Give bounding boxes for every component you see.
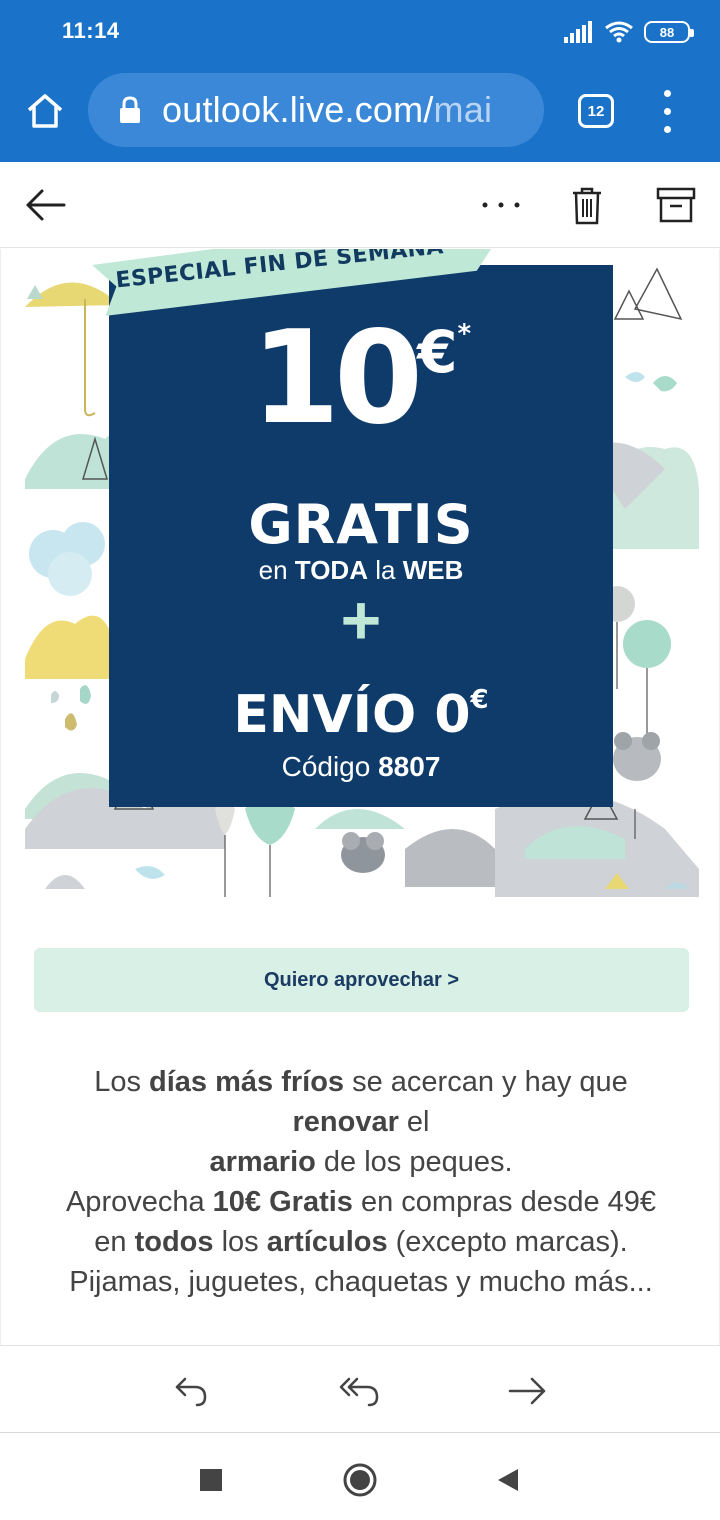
- browser-toolbar: outlook.live.com/mai 12: [0, 64, 720, 162]
- copy-text: en: [94, 1226, 135, 1258]
- battery-level: 88: [659, 24, 675, 40]
- battery-icon: 88: [644, 21, 694, 43]
- copy-line: armario de los peques.: [1, 1142, 720, 1182]
- sub-pre: en: [258, 555, 295, 585]
- code-label: Código: [281, 751, 379, 782]
- nav-back-icon: [498, 1469, 518, 1491]
- email-body: 10€* GRATIS en TODA la WEB + ENVÍO 0€ Có…: [0, 249, 720, 1345]
- email-copy: Los días más fríos se acercan y hay que …: [1, 1062, 720, 1302]
- archive-button[interactable]: [651, 180, 701, 230]
- copy-line: en todos los artículos (excepto marcas).: [1, 1222, 720, 1262]
- shipping-currency: €: [470, 685, 489, 715]
- back-arrow-icon: [26, 189, 66, 221]
- url-main: outlook.live.com/: [162, 89, 434, 130]
- url-rest: mai: [433, 89, 493, 130]
- sub-bold2: WEB: [402, 555, 464, 585]
- forward-icon: [508, 1377, 546, 1405]
- more-horiz-icon: [482, 202, 520, 208]
- screen: 11:14 88 outlook.live.com/mai 12 10€* GR…: [0, 0, 720, 1520]
- delete-button[interactable]: [562, 180, 612, 230]
- recent-apps-icon: [200, 1469, 222, 1491]
- reply-all-button[interactable]: [337, 1368, 383, 1414]
- copy-text: los: [213, 1226, 267, 1258]
- home-icon: [27, 94, 63, 128]
- tabs-button[interactable]: 12: [578, 94, 614, 128]
- copy-line: renovar el: [1, 1102, 720, 1142]
- status-time: 11:14: [62, 18, 120, 43]
- signal-icon: [564, 21, 592, 43]
- wifi-icon: [605, 21, 633, 43]
- address-bar[interactable]: outlook.live.com/mai: [88, 73, 544, 147]
- shipping-offer: ENVÍO 0€: [109, 685, 613, 745]
- shipping-text: ENVÍO 0: [233, 685, 471, 745]
- promo-card: 10€* GRATIS en TODA la WEB + ENVÍO 0€ Có…: [109, 265, 613, 807]
- code-value: 8807: [378, 751, 441, 782]
- lock-icon: [120, 96, 140, 123]
- copy-bold: 10€ Gratis: [212, 1186, 353, 1218]
- copy-bold: artículos: [266, 1226, 388, 1258]
- promo-amount: 10€*: [109, 315, 613, 443]
- copy-line: Los días más fríos se acercan y hay que: [1, 1062, 720, 1102]
- cta-button[interactable]: Quiero aprovechar >: [34, 948, 689, 1012]
- copy-line: Pijamas, juguetes, chaquetas y mucho más…: [69, 1266, 653, 1298]
- copy-line: Aprovecha 10€ Gratis en compras desde 49…: [1, 1182, 720, 1222]
- reply-icon: [175, 1377, 207, 1407]
- copy-bold: días más fríos: [149, 1066, 345, 1098]
- url-text: outlook.live.com/mai: [162, 89, 492, 131]
- more-vert-dot: [664, 108, 671, 115]
- promo-banner[interactable]: 10€* GRATIS en TODA la WEB + ENVÍO 0€ Có…: [25, 249, 699, 897]
- nav-back-button[interactable]: [488, 1460, 528, 1500]
- nav-home-button[interactable]: [340, 1460, 380, 1500]
- copy-bold: todos: [134, 1226, 214, 1258]
- amount-asterisk: *: [457, 319, 472, 349]
- home-button[interactable]: [22, 88, 68, 134]
- more-actions-button[interactable]: [476, 180, 526, 230]
- plus-sign: +: [340, 581, 382, 659]
- recent-apps-button[interactable]: [191, 1460, 231, 1500]
- more-vert-icon: [664, 90, 671, 97]
- copy-text: (excepto marcas).: [387, 1226, 628, 1258]
- browser-menu-button[interactable]: [658, 90, 678, 134]
- copy-text: de los peques.: [315, 1146, 513, 1178]
- promo-headline: GRATIS: [248, 493, 474, 556]
- tab-count: 12: [587, 102, 605, 120]
- copy-text: Aprovecha: [65, 1186, 213, 1218]
- system-nav-bar: [0, 1434, 720, 1520]
- copy-text: Los: [94, 1066, 150, 1098]
- archive-icon: [656, 187, 696, 223]
- nav-home-icon: [343, 1463, 377, 1497]
- copy-bold: armario: [209, 1146, 316, 1178]
- mail-toolbar: [0, 162, 720, 248]
- reply-all-icon: [339, 1377, 379, 1407]
- copy-text: en compras desde 49€: [352, 1186, 657, 1218]
- more-vert-dot: [664, 126, 671, 133]
- reply-button[interactable]: [168, 1368, 214, 1414]
- trash-icon: [573, 187, 601, 225]
- status-bar: 11:14 88: [0, 0, 720, 64]
- copy-bold: renovar: [292, 1106, 399, 1138]
- amount-currency: €: [417, 318, 458, 386]
- forward-button[interactable]: [505, 1368, 551, 1414]
- back-button[interactable]: [20, 180, 70, 230]
- copy-text: se acercan y hay que: [344, 1066, 628, 1098]
- copy-text: el: [398, 1106, 430, 1138]
- promo-code: Código 8807: [109, 751, 613, 783]
- message-action-bar: [0, 1345, 720, 1433]
- status-icons: 88: [564, 18, 694, 46]
- amount-number: 10: [250, 304, 423, 453]
